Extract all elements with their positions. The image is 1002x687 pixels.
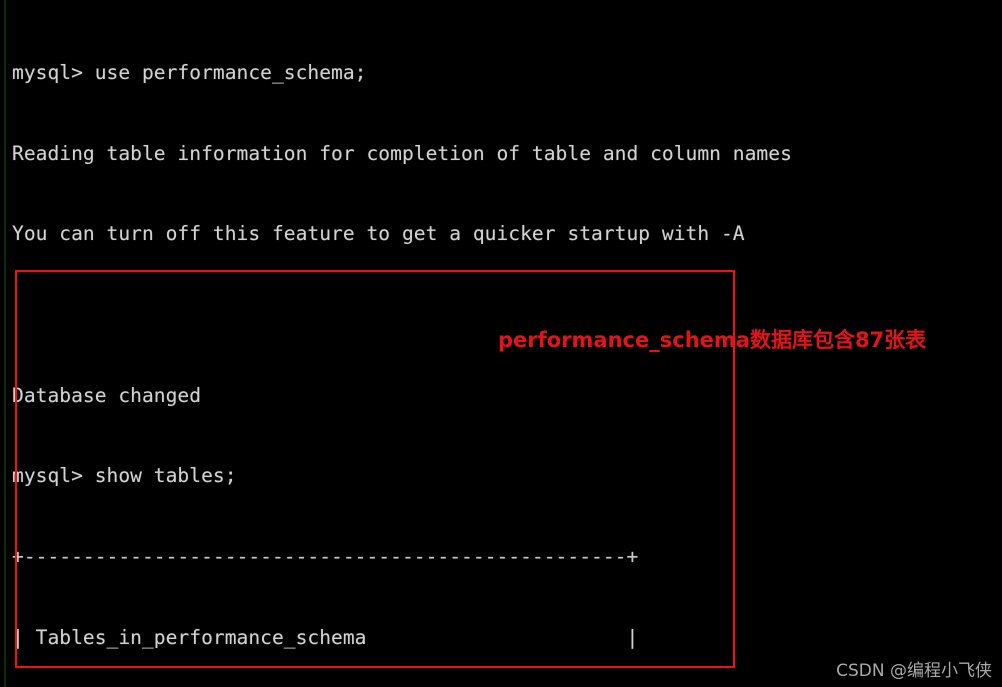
annotation-label: performance_schema数据库包含87张表	[498, 328, 927, 352]
watermark: CSDN @编程小飞侠	[836, 661, 992, 681]
terminal-line: You can turn off this feature to get a q…	[12, 222, 745, 246]
terminal-line: mysql> use performance_schema;	[12, 60, 367, 84]
terminal-line: mysql> show tables;	[12, 464, 237, 488]
terminal-line: Database changed	[12, 383, 202, 407]
left-edge-rule	[4, 0, 6, 687]
table-rule-top: +---------------------------------------…	[12, 545, 639, 569]
table-column-header: | Tables_in_performance_schema |	[12, 625, 639, 649]
terminal-line: Reading table information for completion…	[12, 141, 792, 165]
terminal-window: mysql> use performance_schema; Reading t…	[0, 0, 1002, 687]
